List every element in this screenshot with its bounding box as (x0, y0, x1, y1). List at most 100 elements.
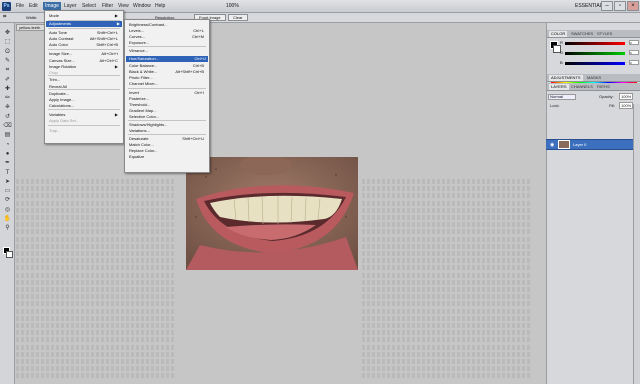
menu-view[interactable]: View (118, 3, 129, 9)
menu-layer[interactable]: Layer (64, 3, 77, 9)
layers-scrollbar[interactable] (633, 104, 640, 384)
gradient-icon[interactable]: ▤ (3, 131, 12, 139)
green-slider[interactable] (565, 52, 625, 55)
menu-item[interactable]: Black & White... Alt+Shift+Ctrl+B (129, 69, 206, 74)
blue-slider[interactable] (565, 62, 625, 65)
blend-mode-select[interactable]: Normal (548, 94, 576, 100)
background-color-swatch[interactable] (6, 251, 13, 258)
menu-item[interactable]: Exposure... (129, 40, 206, 45)
menu-item[interactable]: Duplicate... (49, 91, 120, 96)
clear-button[interactable]: Clear (228, 14, 248, 21)
healing-brush-icon[interactable]: ✚ (3, 85, 12, 93)
menu-item[interactable]: Auto Contrast Alt+Shift+Ctrl+L (49, 36, 120, 41)
document-image[interactable] (186, 157, 358, 270)
menu-item[interactable]: Curves... Ctrl+M (129, 34, 206, 39)
crop-tool-icon[interactable]: ⌗ (3, 14, 6, 21)
menu-edit[interactable]: Edit (29, 3, 38, 9)
quick-select-icon[interactable]: ✎ (3, 57, 12, 65)
menu-item[interactable]: Variables ▶ (49, 112, 120, 117)
canvas-texture (362, 344, 532, 350)
menu-separator (128, 134, 206, 135)
clone-stamp-icon[interactable]: ⎈ (3, 103, 12, 111)
canvas-texture (16, 287, 176, 292)
visibility-eye-icon[interactable]: ◉ (550, 142, 554, 148)
eyedropper-icon[interactable]: ✐ (3, 76, 12, 84)
history-brush-icon[interactable]: ↺ (3, 113, 12, 121)
blur-icon[interactable]: ◔ (3, 141, 12, 149)
tab-swatches[interactable]: SWATCHES (571, 31, 593, 37)
menu-filter[interactable]: Filter (102, 3, 113, 9)
marquee-tool-icon[interactable]: ⬚ (3, 38, 12, 46)
menu-item[interactable]: Gradient Map... (129, 108, 206, 113)
brush-tool-icon[interactable]: ✏ (3, 94, 12, 102)
menu-item[interactable]: Levels... Ctrl+L (129, 28, 206, 33)
layer-name[interactable]: Layer 0 (573, 142, 586, 147)
maximize-button[interactable]: ▫ (614, 1, 626, 11)
menu-item[interactable]: Replace Color... (129, 148, 206, 153)
menu-item[interactable]: Variations... (129, 128, 206, 133)
tab-masks[interactable]: MASKS (587, 75, 601, 81)
dodge-icon[interactable]: ● (3, 150, 12, 158)
menu-item[interactable]: Image Rotation ▶ (49, 64, 120, 69)
canvas-texture (362, 330, 532, 336)
3d-orbit-icon[interactable]: ◎ (3, 206, 12, 214)
menu-file[interactable]: File (16, 3, 24, 9)
menu-item[interactable]: Brightness/Contrast... (129, 22, 206, 27)
tab-paths[interactable]: PATHS (597, 84, 610, 90)
menu-item[interactable]: Channel Mixer... (129, 81, 206, 86)
menu-item[interactable]: Threshold... (129, 102, 206, 107)
menu-item[interactable]: Auto Color Shift+Ctrl+B (49, 42, 120, 47)
red-value[interactable]: 0 (629, 40, 639, 45)
menu-window[interactable]: Window (133, 3, 151, 9)
blue-value[interactable]: 0 (629, 60, 639, 65)
menu-item[interactable]: Canvas Size... Alt+Ctrl+C (49, 58, 120, 63)
menu-item[interactable]: Image Size... Alt+Ctrl+I (49, 51, 120, 56)
shape-tool-icon[interactable]: ▭ (3, 187, 12, 195)
tab-adjustments[interactable]: ADJUSTMENTS (549, 75, 583, 81)
menu-item[interactable]: Auto Tone Shift+Ctrl+L (49, 30, 120, 35)
menu-image[interactable]: Image (43, 2, 61, 10)
lasso-tool-icon[interactable]: ʘ (3, 48, 12, 56)
tab-color[interactable]: COLOR (549, 31, 568, 37)
menu-item-label: Desaturate (129, 136, 149, 141)
opacity-field[interactable]: 100% (619, 93, 634, 100)
canvas-texture (16, 251, 176, 256)
menu-help[interactable]: Help (155, 3, 165, 9)
menu-item[interactable]: Trim... (49, 77, 120, 82)
menu-item[interactable]: Calculations... (49, 103, 120, 108)
menu-item[interactable]: Equalize (129, 154, 206, 159)
tab-styles[interactable]: STYLES (597, 31, 612, 37)
move-tool-icon[interactable]: ✥ (3, 29, 12, 37)
menu-item[interactable]: Photo Filter... (129, 75, 206, 80)
eraser-icon[interactable]: ⌫ (3, 122, 12, 130)
fill-field[interactable]: 100% (619, 102, 634, 109)
hand-tool-icon[interactable]: ✋ (3, 215, 12, 223)
menu-select[interactable]: Select (82, 3, 96, 9)
menu-item[interactable]: Posterize... (129, 96, 206, 101)
menu-item[interactable]: Match Color... (129, 142, 206, 147)
tab-channels[interactable]: CHANNELS (571, 84, 593, 90)
type-tool-icon[interactable]: T (3, 169, 12, 177)
menu-item[interactable]: Shadows/Highlights... (129, 122, 206, 127)
menu-item[interactable]: Color Balance... Ctrl+B (129, 63, 206, 68)
menu-item[interactable]: Selective Color... (129, 114, 206, 119)
menu-item[interactable]: Hue/Saturation... Ctrl+U (126, 56, 208, 62)
menu-item[interactable]: Mode ▶ (49, 13, 120, 18)
zoom-level[interactable]: 100% (226, 3, 239, 9)
menu-item[interactable]: Desaturate Shift+Ctrl+U (129, 136, 206, 141)
pen-tool-icon[interactable]: ✒ (3, 159, 12, 167)
zoom-tool-icon[interactable]: ⚲ (3, 224, 12, 232)
red-slider[interactable] (565, 42, 625, 45)
crop-tool-icon[interactable]: ⌗ (3, 66, 12, 74)
green-value[interactable]: 0 (629, 50, 639, 55)
menu-item[interactable]: Invert Ctrl+I (129, 90, 206, 95)
3d-rotate-icon[interactable]: ⟳ (3, 196, 12, 204)
menu-item[interactable]: Vibrance... (129, 48, 206, 53)
tab-layers[interactable]: LAYERS (549, 84, 569, 90)
path-select-icon[interactable]: ➤ (3, 178, 12, 186)
adjustments-submenu: Brightness/Contrast... Levels... Ctrl+L Cur… (124, 19, 210, 173)
menu-item[interactable]: Adjustments ▶ (46, 21, 122, 27)
menu-item[interactable]: Apply Image... (49, 97, 120, 102)
close-button[interactable]: × (627, 1, 639, 11)
minimize-button[interactable]: – (601, 1, 613, 11)
